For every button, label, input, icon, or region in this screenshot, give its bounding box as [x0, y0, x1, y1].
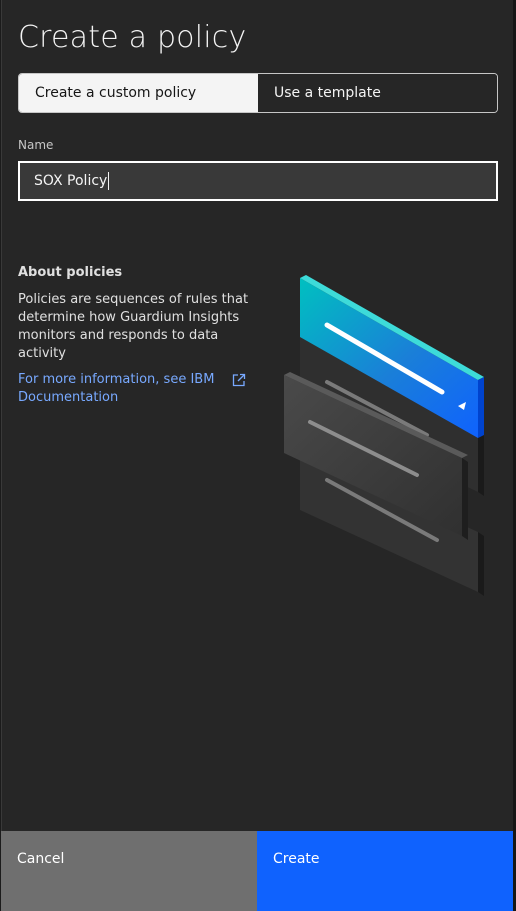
cancel-button[interactable]: Cancel	[1, 831, 257, 911]
policy-layers-illustration	[284, 275, 484, 596]
text-caret	[108, 172, 110, 190]
modal-footer: Cancel Create	[1, 831, 513, 911]
ibm-documentation-link[interactable]: For more information, see IBM Documentat…	[18, 371, 250, 407]
about-heading: About policies	[18, 265, 123, 280]
create-policy-panel: Create a policy Create a custom policy U…	[1, 0, 513, 911]
tab-use-template[interactable]: Use a template	[258, 74, 497, 112]
name-field-label: Name	[18, 138, 54, 152]
content-switcher: Create a custom policy Use a template	[18, 73, 498, 113]
create-button[interactable]: Create	[257, 831, 513, 911]
page-title: Create a policy	[18, 20, 247, 55]
about-description: Policies are sequences of rules that det…	[18, 292, 249, 361]
launch-icon[interactable]	[232, 373, 246, 387]
tab-create-custom-policy[interactable]: Create a custom policy	[19, 74, 258, 112]
name-input-value: SOX Policy	[34, 173, 108, 189]
name-input[interactable]: SOX Policy	[18, 161, 498, 201]
